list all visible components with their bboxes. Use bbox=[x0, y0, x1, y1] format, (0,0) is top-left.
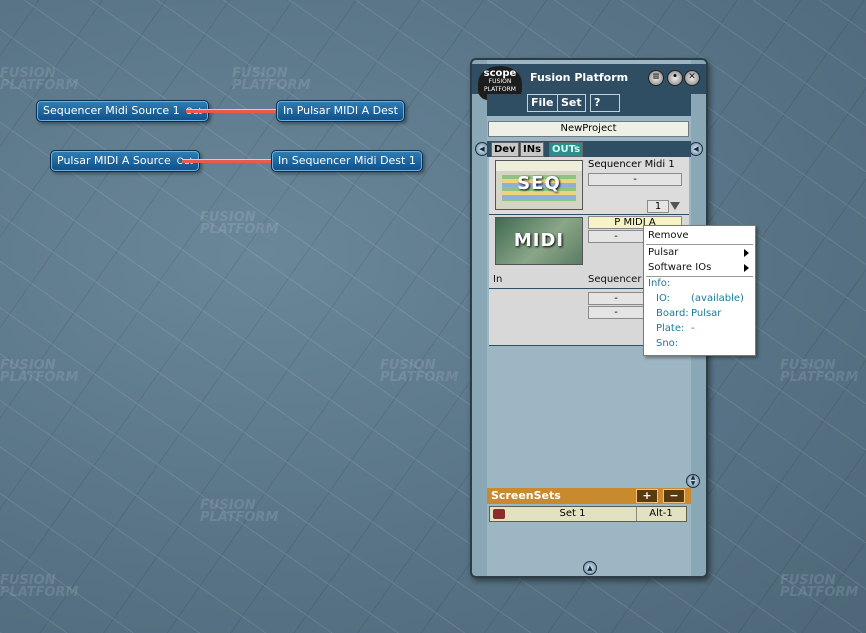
info-key: IO: bbox=[656, 293, 671, 304]
info-key: Plate: bbox=[656, 323, 685, 334]
watermark: FUSION PLATFORM bbox=[0, 358, 79, 385]
screensets-title: ScreenSets bbox=[491, 489, 561, 502]
screenset-icon bbox=[493, 509, 505, 519]
info-value: - bbox=[691, 323, 695, 334]
port-label: In bbox=[493, 274, 503, 285]
menu-bar: File Set ? bbox=[487, 94, 691, 116]
remove-screenset-button[interactable]: − bbox=[663, 489, 685, 503]
menu-separator bbox=[646, 244, 753, 245]
module-label: In Pulsar MIDI A Dest bbox=[283, 104, 398, 117]
module-label: Pulsar MIDI A Source bbox=[57, 154, 171, 167]
device-sequencer[interactable]: SEQ Sequencer Midi 1 - 1 bbox=[489, 157, 689, 215]
device-field[interactable]: - bbox=[588, 292, 644, 305]
watermark: FUSION PLATFORM bbox=[780, 573, 859, 600]
project-name[interactable]: NewProject bbox=[488, 121, 689, 137]
menu-icon[interactable]: ≡ bbox=[648, 70, 664, 86]
port-name: Sequencer bbox=[588, 274, 642, 285]
submenu-arrow-icon bbox=[744, 264, 749, 272]
right-arrow-icon[interactable]: ◀ bbox=[689, 142, 703, 156]
window-title: Fusion Platform bbox=[530, 71, 629, 84]
watermark: FUSION PLATFORM bbox=[232, 66, 311, 93]
device-field[interactable]: - bbox=[588, 230, 644, 243]
device-field[interactable]: - bbox=[588, 173, 682, 186]
close-icon[interactable]: ✕ bbox=[684, 70, 700, 86]
midi-cable[interactable] bbox=[186, 109, 278, 113]
menu-item-remove[interactable]: Remove bbox=[648, 229, 749, 243]
tab-bar: Dev INs OUTs bbox=[487, 141, 691, 157]
screenset-name: Set 1 bbox=[559, 508, 586, 519]
resize-icon[interactable]: ▲ ▼ bbox=[686, 474, 700, 488]
screensets-header: ScreenSets + − bbox=[487, 488, 691, 504]
thumbnail-label: MIDI bbox=[513, 230, 565, 251]
device-name: Sequencer Midi 1 bbox=[588, 159, 675, 170]
menu-item-software-ios[interactable]: Software IOs bbox=[648, 261, 749, 275]
midi-thumbnail[interactable]: MIDI bbox=[495, 217, 583, 265]
instance-count[interactable]: 1 bbox=[647, 200, 669, 213]
watermark: FUSION PLATFORM bbox=[0, 573, 79, 600]
submenu-arrow-icon bbox=[744, 249, 749, 257]
tab-dev[interactable]: Dev bbox=[491, 142, 519, 157]
minimize-icon[interactable]: • bbox=[667, 70, 683, 86]
screenset-row[interactable]: Set 1 Alt-1 bbox=[489, 506, 687, 522]
module-pulsar-midi-a-dest[interactable]: In Pulsar MIDI A Dest bbox=[276, 100, 405, 122]
menu-item-pulsar[interactable]: Pulsar bbox=[648, 246, 749, 260]
info-header: Info: bbox=[648, 278, 671, 289]
add-screenset-button[interactable]: + bbox=[636, 489, 658, 503]
chevron-down-icon[interactable] bbox=[670, 202, 680, 210]
info-key: Board: bbox=[656, 308, 689, 319]
collapse-arrow-icon[interactable]: ▲ bbox=[583, 561, 597, 575]
thumbnail-label: SEQ bbox=[517, 173, 561, 194]
menu-help[interactable]: ? bbox=[590, 94, 620, 112]
screenset-shortcut: Alt-1 bbox=[636, 507, 685, 521]
watermark: FUSION PLATFORM bbox=[780, 358, 859, 385]
info-key: Sno: bbox=[656, 338, 679, 349]
menu-set[interactable]: Set bbox=[557, 94, 586, 112]
module-pulsar-midi-a-source[interactable]: Pulsar MIDI A SourceOut bbox=[50, 150, 201, 172]
tab-ins[interactable]: INs bbox=[520, 142, 545, 157]
sequencer-thumbnail[interactable]: SEQ bbox=[495, 160, 583, 210]
device-field[interactable]: - bbox=[588, 306, 644, 319]
watermark: FUSION PLATFORM bbox=[200, 210, 279, 237]
info-value: Pulsar bbox=[691, 308, 722, 319]
menu-file[interactable]: File bbox=[527, 94, 558, 112]
watermark: FUSION PLATFORM bbox=[380, 358, 459, 385]
module-label: Sequencer Midi Source 1 bbox=[43, 104, 180, 117]
module-sequencer-midi-dest[interactable]: In Sequencer Midi Dest 1 bbox=[271, 150, 423, 172]
context-menu: Remove Pulsar Software IOs Info: IO: (av… bbox=[643, 225, 756, 356]
module-label: In Sequencer Midi Dest 1 bbox=[278, 154, 416, 167]
tab-outs[interactable]: OUTs bbox=[549, 142, 584, 157]
watermark: FUSION PLATFORM bbox=[0, 66, 79, 93]
watermark: FUSION PLATFORM bbox=[200, 498, 279, 525]
module-sequencer-midi-source[interactable]: Sequencer Midi Source 1Out bbox=[36, 100, 209, 122]
info-value: (available) bbox=[691, 293, 744, 304]
midi-cable[interactable] bbox=[182, 159, 274, 163]
